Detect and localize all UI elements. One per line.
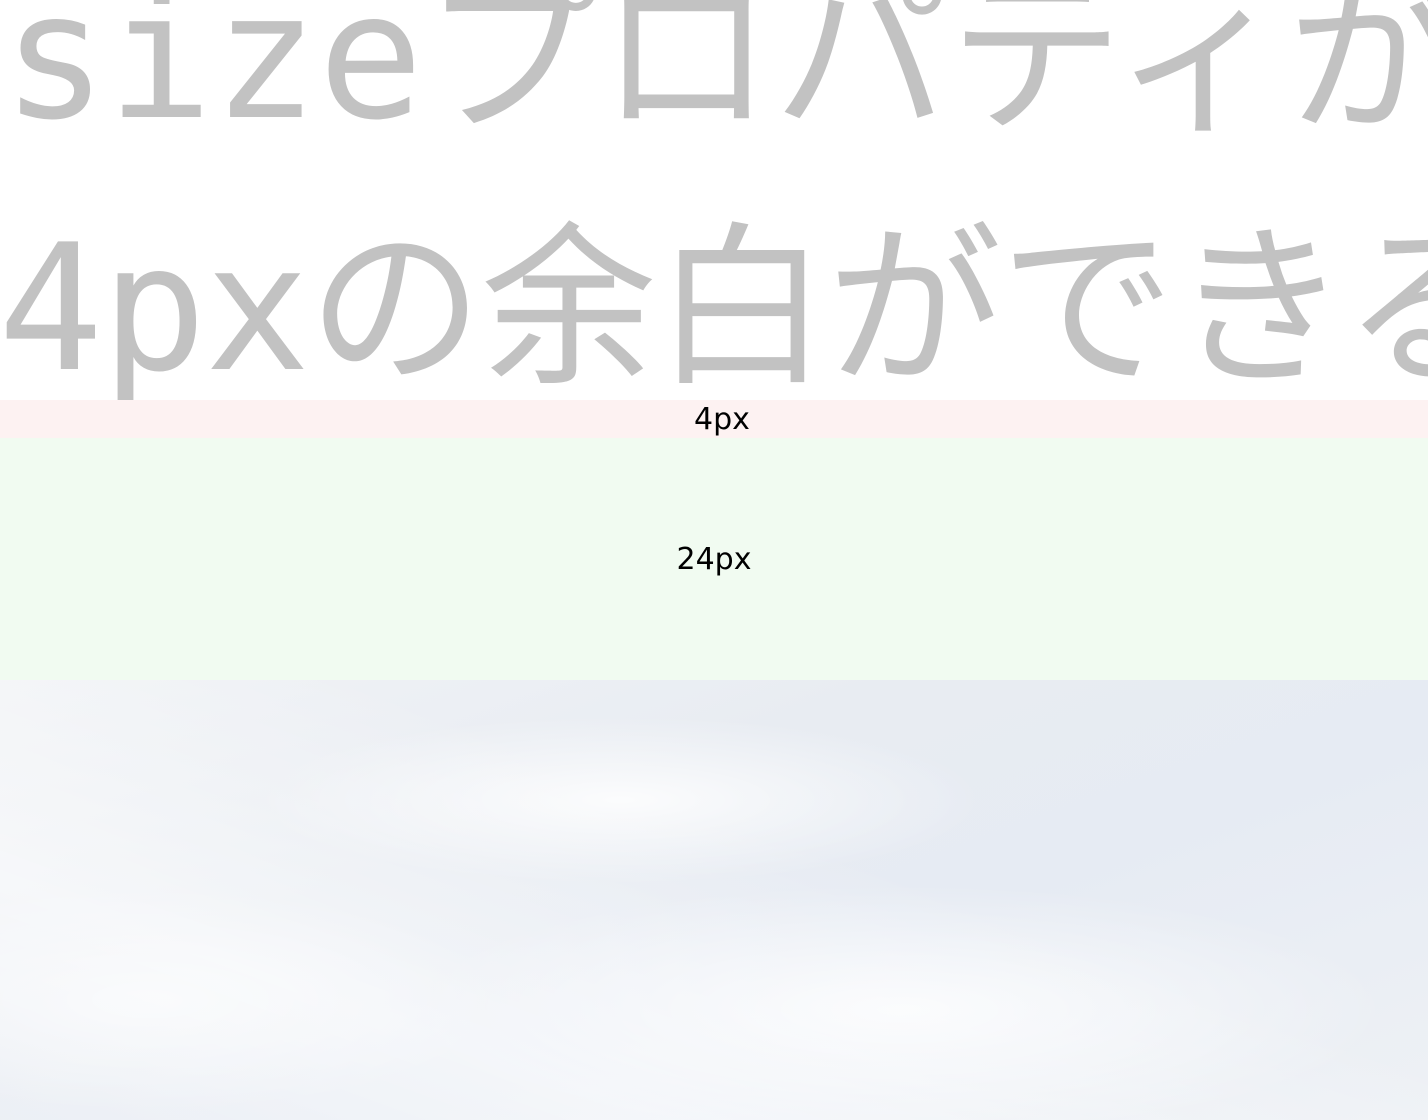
heading-line-1-jp: プロパティが bbox=[423, 0, 1428, 159]
margin-band-24px: 24px bbox=[0, 438, 1428, 680]
heading-line-1: sizeプロパティが16px bbox=[2, 0, 1428, 145]
margin-band-4px: 4px bbox=[0, 400, 1428, 438]
heading-line-2-jp: の余白ができる。 bbox=[308, 208, 1428, 411]
margin-band-24px-label: 24px bbox=[676, 541, 752, 577]
page: sizeプロパティが16px 4pxの余白ができる。 4px 24px bbox=[0, 0, 1428, 1120]
heading-line-2-head: 4px bbox=[0, 208, 310, 411]
heading-line-1-latin: size bbox=[2, 0, 424, 159]
margin-band-4px-label: 4px bbox=[694, 401, 750, 437]
sky-background-image bbox=[0, 680, 1428, 1120]
heading-line-2: 4pxの余白ができる。 bbox=[0, 222, 1428, 397]
